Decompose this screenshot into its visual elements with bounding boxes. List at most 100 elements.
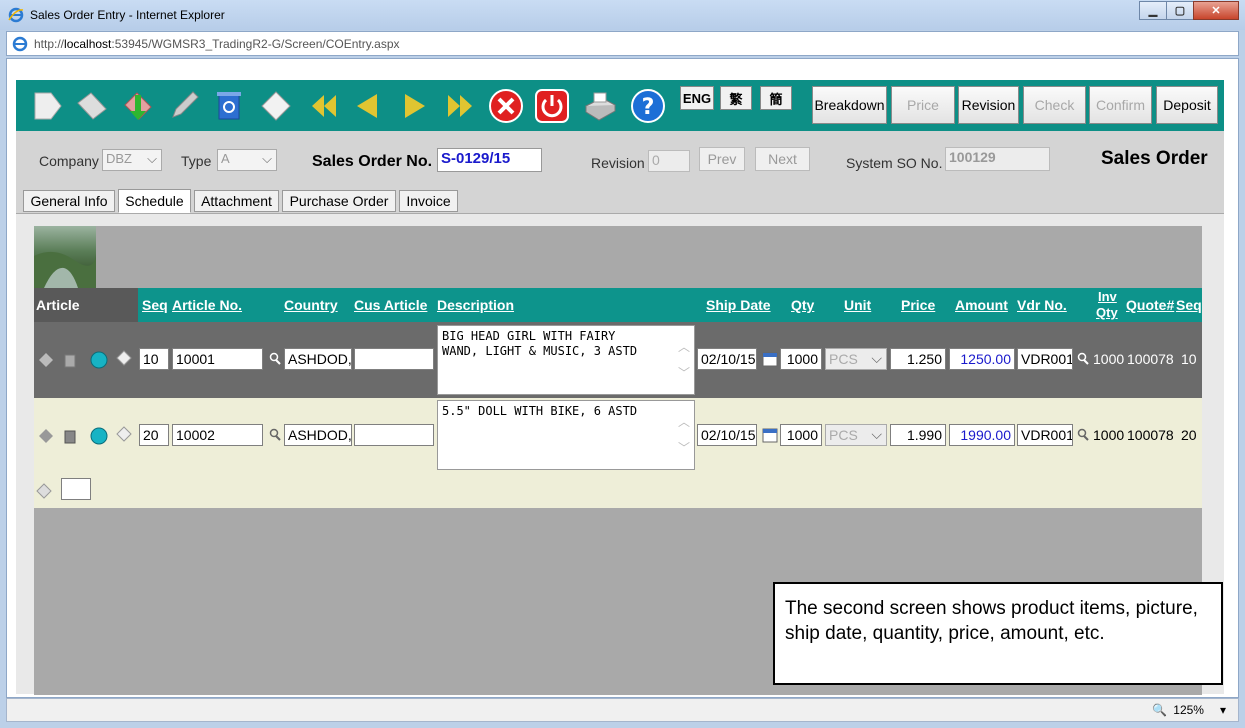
tab-general-info[interactable]: General Info [23,190,115,212]
check-button[interactable]: Check [1023,86,1086,124]
zoom-level: 125% [1173,703,1204,717]
price-input[interactable]: 1.250 [890,348,946,370]
article-no-input[interactable]: 10001 [172,348,263,370]
ship-date-input[interactable]: 02/10/15 [697,348,757,370]
lang-eng-button[interactable]: ENG [680,86,714,110]
system-so-no-input[interactable]: 100129 [945,147,1050,171]
calendar-icon[interactable] [762,427,778,443]
previous-record-icon[interactable] [350,88,386,124]
ie-logo-icon [8,7,24,23]
vdr-no-input[interactable]: VDR001 [1017,424,1073,446]
type-select[interactable]: A ⌵ [217,149,277,171]
print-icon[interactable] [582,88,618,124]
chevron-down-icon[interactable]: ▾ [1220,703,1226,717]
close-window-button[interactable]: ✕ [1193,1,1239,20]
col-seq-2[interactable]: Seq [1176,297,1202,313]
import-arrows-icon[interactable] [120,88,156,124]
edit-pencil-icon[interactable] [166,88,202,124]
unit-select[interactable]: PCS ⌵ [825,424,887,446]
tab-attachment[interactable]: Attachment [194,190,279,212]
unit-select[interactable]: PCS ⌵ [825,348,887,370]
country-input[interactable]: ASHDOD, [284,348,352,370]
col-inv-qty-line1[interactable]: Inv [1098,289,1117,304]
ship-date-input[interactable]: 02/10/15 [697,424,757,446]
amount-input[interactable]: 1990.00 [949,424,1015,446]
description-textarea[interactable]: 5.5" DOLL WITH BIKE, 6 ASTD ︿ ﹀ [437,400,695,470]
seq-input[interactable]: 20 [139,424,169,446]
add-row-icon[interactable] [36,483,52,499]
power-exit-icon[interactable] [534,88,570,124]
qty-input[interactable]: 1000 [780,424,822,446]
col-qty[interactable]: Qty [791,297,814,313]
clear-eraser-icon[interactable] [258,88,294,124]
tab-schedule[interactable]: Schedule [118,189,191,213]
cus-article-input[interactable] [354,348,434,370]
copy-row-icon[interactable] [38,352,54,368]
copy-row-icon[interactable] [38,428,54,444]
calendar-icon[interactable] [762,351,778,367]
recycle-bin-icon[interactable] [212,88,248,124]
open-document-icon[interactable] [74,88,110,124]
new-document-icon[interactable] [30,88,66,124]
scroll-arrows-icon[interactable]: ︿ ﹀ [678,334,690,386]
address-bar[interactable]: http://localhost:53945/WGMSR3_TradingR2-… [6,31,1239,56]
col-ship-date[interactable]: Ship Date [706,297,771,313]
new-seq-input[interactable] [61,478,91,500]
minimize-button[interactable]: ▁ [1139,1,1167,20]
next-record-icon[interactable] [396,88,432,124]
help-icon[interactable]: ? [630,88,666,124]
clear-row-icon[interactable] [116,350,132,366]
col-seq[interactable]: Seq [142,297,168,313]
article-no-input[interactable]: 10002 [172,424,263,446]
tab-invoice[interactable]: Invoice [399,190,458,212]
qty-input[interactable]: 1000 [780,348,822,370]
search-icon[interactable] [267,427,283,443]
first-record-icon[interactable] [306,88,342,124]
col-country[interactable]: Country [284,297,338,313]
col-inv-qty-line2[interactable]: Qty [1096,305,1118,320]
delete-row-icon[interactable] [62,352,78,368]
seq-input[interactable]: 10 [139,348,169,370]
country-input[interactable]: ASHDOD, [284,424,352,446]
confirm-button[interactable]: Confirm [1089,86,1152,124]
col-unit[interactable]: Unit [844,297,871,313]
cus-article-input[interactable] [354,424,434,446]
lang-traditional-button[interactable]: 繁 [720,86,752,110]
delete-row-icon[interactable] [62,428,78,444]
col-cus-article[interactable]: Cus Article [354,297,427,313]
col-price[interactable]: Price [901,297,935,313]
zoom-control[interactable]: 🔍 125% ▾ [1152,703,1226,717]
status-dot-icon[interactable] [90,427,108,445]
search-icon[interactable] [267,351,283,367]
company-select[interactable]: DBZ ⌵ [102,149,162,171]
scroll-arrows-icon[interactable]: ︿ ﹀ [678,409,690,461]
status-dot-icon[interactable] [90,351,108,369]
price-input[interactable]: 1.990 [890,424,946,446]
cancel-x-icon[interactable] [488,88,524,124]
col-vdr-no[interactable]: Vdr No. [1017,297,1067,313]
revision-input[interactable]: 0 [648,150,690,172]
prev-button[interactable]: Prev [699,147,745,171]
deposit-button[interactable]: Deposit [1156,86,1218,124]
amount-input[interactable]: 1250.00 [949,348,1015,370]
sales-order-no-input[interactable]: S-0129/15 [437,148,542,172]
col-amount[interactable]: Amount [955,297,1008,313]
price-button[interactable]: Price [891,86,955,124]
maximize-button[interactable]: ▢ [1166,1,1194,20]
breakdown-button[interactable]: Breakdown [812,86,887,124]
col-description[interactable]: Description [437,297,514,313]
vdr-no-input[interactable]: VDR001 [1017,348,1073,370]
description-textarea[interactable]: BIG HEAD GIRL WITH FAIRY WAND, LIGHT & M… [437,325,695,395]
col-article-no[interactable]: Article No. [172,297,242,313]
lang-simplified-button[interactable]: 簡 [760,86,792,110]
revision-button[interactable]: Revision [958,86,1019,124]
col-quote[interactable]: Quote# [1126,297,1174,313]
search-icon[interactable] [1075,427,1091,443]
last-record-icon[interactable] [442,88,478,124]
tab-purchase-order[interactable]: Purchase Order [282,190,396,212]
search-icon[interactable] [1075,351,1091,367]
sales-order-no-label: Sales Order No. [312,153,433,170]
clear-row-icon[interactable] [116,426,132,442]
product-thumbnail[interactable] [34,226,96,288]
next-button[interactable]: Next [755,147,810,171]
